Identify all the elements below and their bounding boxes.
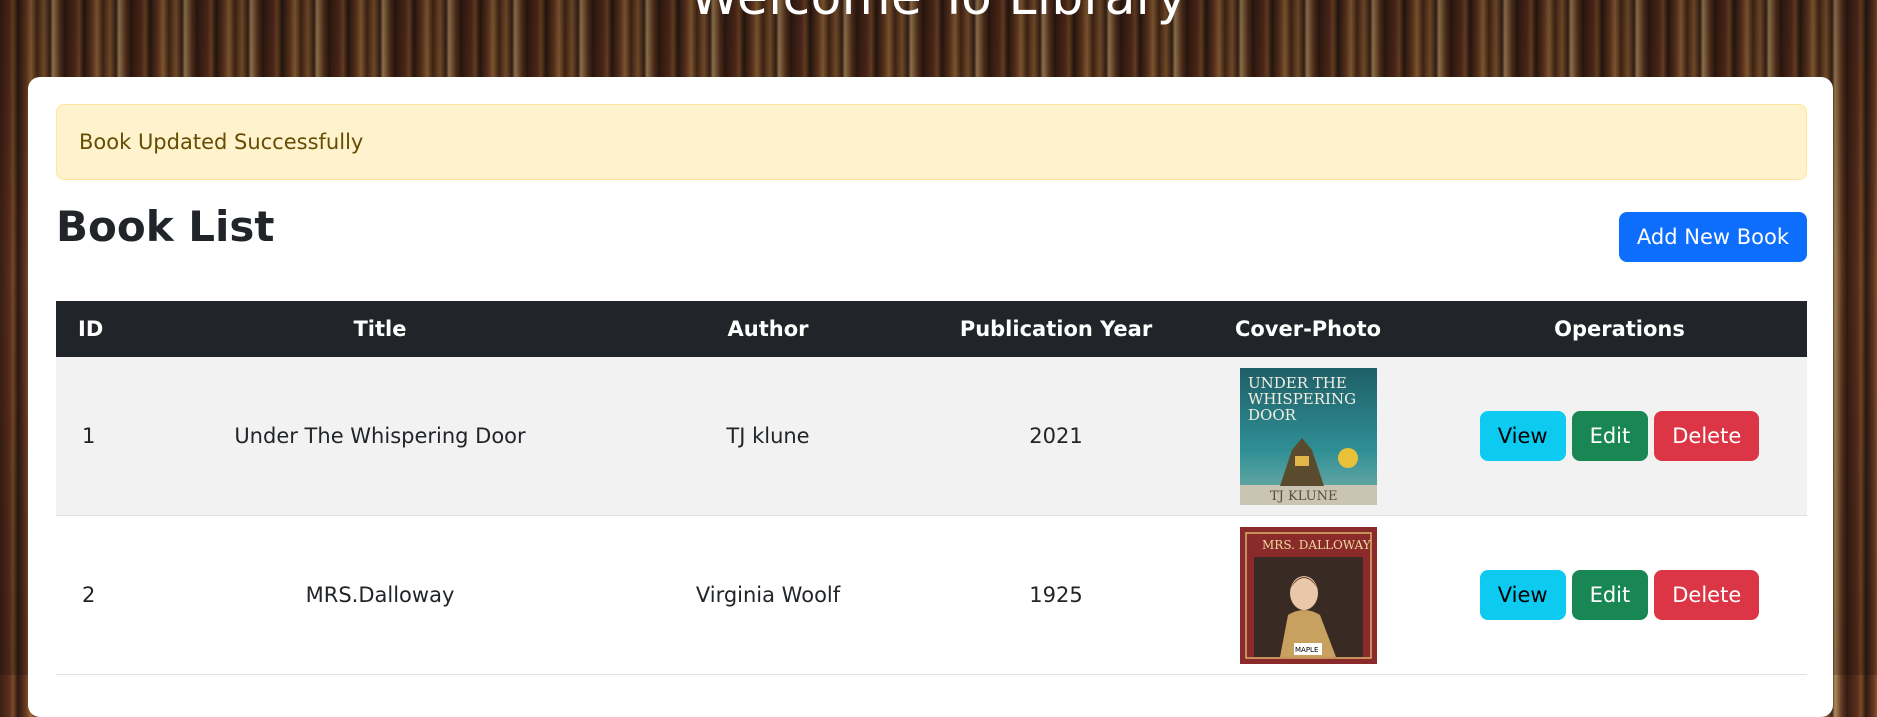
book-list-title: Book List: [56, 202, 275, 251]
book-year: 2021: [928, 357, 1184, 516]
column-header-id: ID: [56, 301, 152, 357]
book-id: 2: [56, 515, 152, 675]
cover-text: MRS. DALLOWAY: [1262, 538, 1372, 552]
operations-group: View Edit Delete: [1479, 570, 1760, 620]
add-new-book-button[interactable]: Add New Book: [1618, 212, 1807, 262]
operations-cell: View Edit Delete: [1432, 357, 1807, 516]
column-header-author: Author: [608, 301, 928, 357]
page-heading: Welcome To Library: [0, 0, 1877, 26]
cover-photo-cell: MRS. DALLOWAY MAPLE: [1184, 515, 1432, 675]
delete-button[interactable]: Delete: [1654, 411, 1760, 461]
book-table: ID Title Author Publication Year Cover-P…: [56, 301, 1807, 675]
book-id: 1: [56, 357, 152, 516]
cover-text: TJ KLUNE: [1270, 489, 1337, 504]
book-title: Under The Whispering Door: [152, 357, 608, 516]
delete-button[interactable]: Delete: [1654, 570, 1760, 620]
operations-group: View Edit Delete: [1479, 411, 1760, 461]
book-year: 1925: [928, 515, 1184, 675]
edit-button[interactable]: Edit: [1571, 411, 1649, 461]
column-header-operations: Operations: [1432, 301, 1807, 357]
table-row: 1 Under The Whispering Door TJ klune 202…: [56, 357, 1807, 516]
main-card: Book Updated Successfully Book List Add …: [28, 77, 1833, 717]
table-header-row: ID Title Author Publication Year Cover-P…: [56, 301, 1807, 357]
column-header-cover-photo: Cover-Photo: [1184, 301, 1432, 357]
cover-photo-cell: UNDER THE WHISPERING DOOR TJ KLUNE: [1184, 357, 1432, 516]
column-header-title: Title: [152, 301, 608, 357]
book-author: TJ klune: [608, 357, 928, 516]
column-header-publication-year: Publication Year: [928, 301, 1184, 357]
book-cover-image: UNDER THE WHISPERING DOOR TJ KLUNE: [1239, 367, 1377, 505]
view-button[interactable]: View: [1479, 570, 1566, 620]
book-cover-image: MRS. DALLOWAY MAPLE: [1239, 526, 1377, 664]
cover-text: DOOR: [1248, 406, 1297, 424]
operations-cell: View Edit Delete: [1432, 515, 1807, 675]
edit-button[interactable]: Edit: [1571, 570, 1649, 620]
success-alert: Book Updated Successfully: [56, 104, 1807, 180]
book-author: Virginia Woolf: [608, 515, 928, 675]
table-row: 2 MRS.Dalloway Virginia Woolf 1925 MRS. …: [56, 515, 1807, 675]
alert-message: Book Updated Successfully: [79, 130, 364, 154]
cover-text: MAPLE: [1295, 646, 1318, 654]
view-button[interactable]: View: [1479, 411, 1566, 461]
book-title: MRS.Dalloway: [152, 515, 608, 675]
